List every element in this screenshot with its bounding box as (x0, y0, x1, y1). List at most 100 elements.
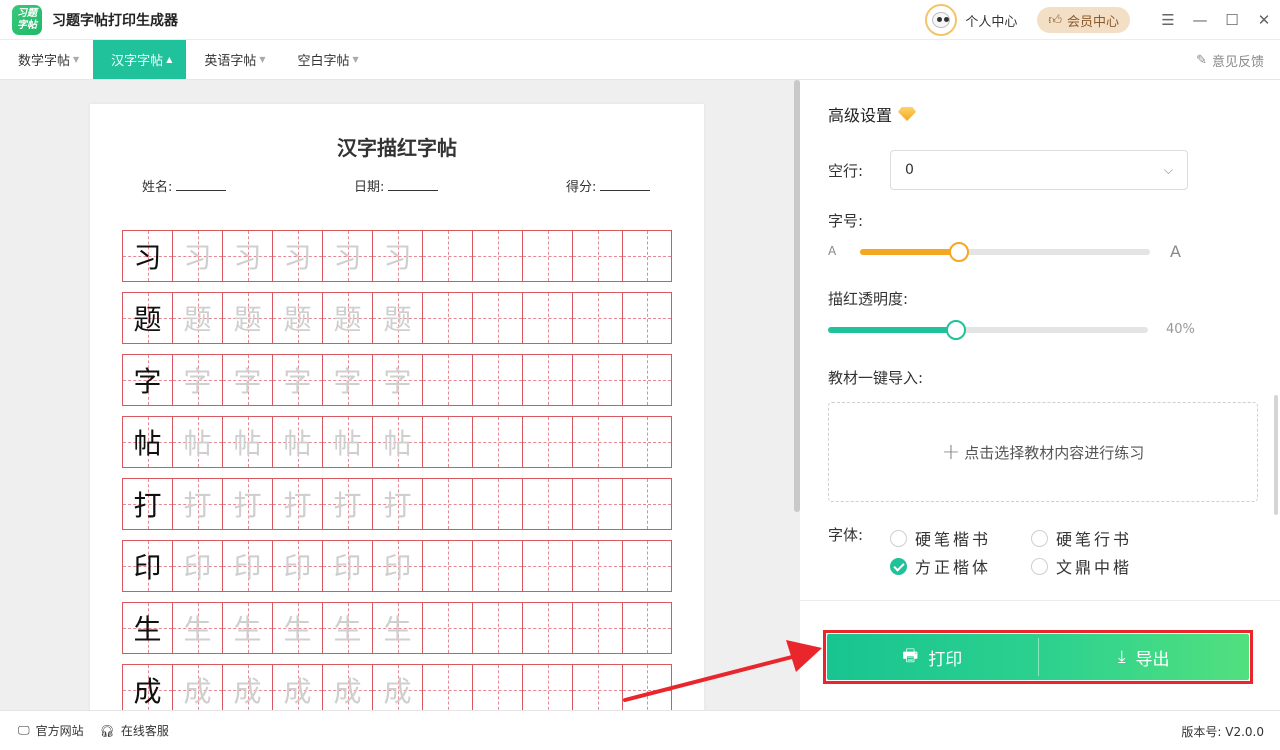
trace-character: 打 (333, 489, 362, 522)
minimize-icon[interactable]: — (1184, 0, 1216, 40)
blank-practice-cell (473, 479, 523, 529)
blank-practice-cell (523, 603, 573, 653)
tab-english[interactable]: 英语字帖 ▼ (186, 40, 279, 79)
trace-character: 习 (233, 241, 262, 274)
trace-character-cell: 习 (173, 231, 223, 281)
trace-character-cell: 印 (223, 541, 273, 591)
feedback-link[interactable]: ✎ 意见反馈 (1196, 40, 1264, 80)
blank-rows-select[interactable]: 0 ⌵ (890, 150, 1188, 190)
avatar[interactable] (925, 4, 958, 36)
trace-character: 题 (233, 303, 262, 336)
menu-icon[interactable]: ☰ (1152, 0, 1184, 40)
trace-character-cell: 题 (273, 293, 323, 343)
trace-character: 成 (333, 675, 362, 708)
trace-character: 成 (383, 675, 412, 708)
trace-character-cell: 生 (223, 603, 273, 653)
trace-character: 成 (183, 675, 212, 708)
logo-text-top: 习题 (17, 7, 37, 19)
model-character: 成 (133, 675, 162, 708)
font-option-yingbi-kaishu[interactable]: 硬笔楷书 (890, 526, 991, 550)
font-option-yingbi-xingshu[interactable]: 硬笔行书 (1031, 526, 1132, 550)
blank-practice-cell (573, 355, 623, 405)
blank-rows-label: 空行: (828, 162, 864, 180)
font-option-label: 硬笔楷书 (915, 530, 992, 549)
personal-center-link[interactable]: 个人中心 (965, 11, 1017, 30)
blank-practice-cell (573, 231, 623, 281)
model-character: 打 (133, 489, 162, 522)
blank-practice-cell (473, 417, 523, 467)
export-button[interactable]: ⤓ 导出 (1039, 634, 1250, 680)
trace-character: 印 (233, 551, 262, 584)
opacity-slider[interactable] (828, 320, 1148, 340)
blank-practice-cell (623, 665, 671, 710)
font-option-fangzheng-kaiti[interactable]: 方正楷体 (890, 554, 991, 578)
trace-character: 题 (183, 303, 212, 336)
blank-practice-cell (423, 541, 473, 591)
font-size-knob[interactable] (948, 242, 969, 262)
print-button[interactable]: 🖶︎ 打印 (827, 634, 1038, 680)
trace-character: 字 (283, 365, 312, 398)
blank-practice-cell (573, 603, 623, 653)
close-icon[interactable]: ✕ (1248, 0, 1280, 40)
model-character: 生 (133, 613, 162, 646)
font-option-label: 硬笔行书 (1056, 530, 1133, 549)
tab-chinese[interactable]: 汉字字帖 ▲ (93, 40, 187, 79)
preview-area[interactable]: 汉字描红字帖 姓名: 日期: 得分: 习习习习习习题题题题题题字字字字字字帖帖帖… (0, 80, 800, 710)
vip-center-button[interactable]: 👍︎ 会员中心 (1037, 7, 1130, 33)
blank-practice-cell (523, 479, 573, 529)
settings-panel: 高级设置 空行: 0 ⌵ 字号: A A 描红透明度: 40% 教材一键导入: … (800, 80, 1280, 710)
font-size-slider[interactable] (860, 242, 1150, 262)
import-button-label: 点击选择教材内容进行练习 (964, 443, 1145, 462)
trace-character: 成 (233, 675, 262, 708)
trace-character: 生 (233, 613, 262, 646)
trace-character-cell: 题 (323, 293, 373, 343)
trace-character-cell: 生 (173, 603, 223, 653)
trace-character: 印 (183, 551, 212, 584)
practice-row: 打打打打打打 (122, 478, 672, 530)
radio-icon (1031, 529, 1048, 547)
app-logo: 习题 字帖 (12, 4, 42, 35)
font-label: 字体: (828, 526, 864, 544)
export-label: 导出 (1135, 649, 1170, 670)
action-bar: 🖶︎ 打印 ⤓ 导出 (827, 634, 1249, 680)
trace-character: 题 (383, 303, 412, 336)
trace-character: 习 (183, 241, 212, 274)
blank-practice-cell (523, 665, 573, 710)
trace-character-cell: 印 (273, 541, 323, 591)
trace-character-cell: 成 (273, 665, 323, 710)
trace-character: 生 (283, 613, 312, 646)
trace-character: 打 (183, 489, 212, 522)
footer-bar: 🖵︎ 官方网站 🎧︎ 在线客服 版本号: V2.0.0 (0, 710, 1280, 750)
blank-practice-cell (623, 603, 671, 653)
trace-character-cell: 题 (373, 293, 423, 343)
panel-scrollbar[interactable] (1274, 395, 1278, 515)
date-label: 日期: (354, 180, 385, 195)
model-character-cell: 帖 (123, 417, 173, 467)
opacity-knob[interactable] (946, 320, 966, 340)
trace-character-cell: 成 (223, 665, 273, 710)
trace-character: 生 (333, 613, 362, 646)
feedback-label: 意见反馈 (1211, 54, 1264, 70)
tab-math[interactable]: 数学字帖 ▼ (0, 40, 93, 79)
tab-label: 汉字字帖 (111, 54, 164, 69)
model-character-cell: 习 (123, 231, 173, 281)
official-site-link[interactable]: 🖵︎ 官方网站 (18, 722, 84, 739)
online-service-link[interactable]: 🎧︎ 在线客服 (100, 722, 169, 739)
trace-character: 印 (383, 551, 412, 584)
blank-practice-cell (423, 355, 473, 405)
blank-practice-cell (523, 541, 573, 591)
blank-practice-cell (423, 665, 473, 710)
blank-practice-cell (573, 417, 623, 467)
date-field: 日期: (354, 176, 439, 195)
blank-practice-cell (473, 665, 523, 710)
trace-character: 题 (283, 303, 312, 336)
import-textbook-button[interactable]: + 点击选择教材内容进行练习 (828, 402, 1258, 502)
font-option-wending-zhongkai[interactable]: 文鼎中楷 (1031, 554, 1132, 578)
monitor-icon: 🖵︎ (18, 723, 30, 737)
maximize-icon[interactable]: ☐ (1216, 0, 1248, 40)
score-underline (600, 181, 651, 191)
blank-practice-cell (573, 541, 623, 591)
model-character: 题 (133, 303, 162, 336)
blank-practice-cell (423, 231, 473, 281)
tab-blank[interactable]: 空白字帖 ▼ (280, 40, 373, 79)
